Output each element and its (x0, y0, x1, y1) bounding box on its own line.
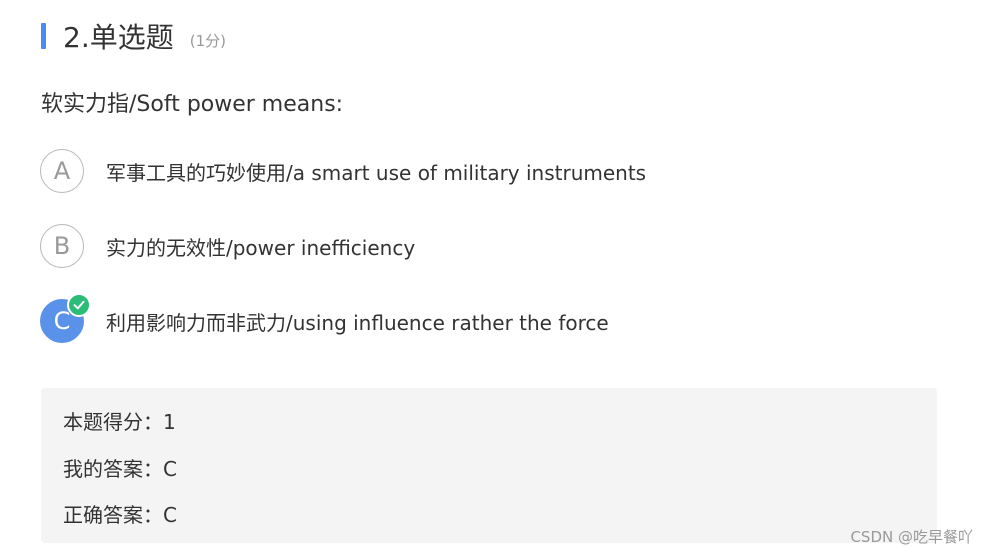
question-header: 2.单选题 (1分) (41, 16, 226, 56)
question-score: (1分) (189, 31, 226, 50)
option-a[interactable]: A 军事工具的巧妙使用/a smart use of military inst… (40, 149, 646, 193)
option-c-text: 利用影响力而非武力/using influence rather the for… (106, 310, 609, 335)
check-icon (73, 300, 85, 310)
header-accent-bar (41, 23, 46, 49)
option-b-circle[interactable]: B (40, 224, 84, 268)
option-a-text: 军事工具的巧妙使用/a smart use of military instru… (106, 160, 647, 185)
result-panel: 本题得分：1 我的答案：C 正确答案：C (41, 388, 937, 543)
question-page: 2.单选题 (1分) 软实力指/Soft power means: A 军事工具… (0, 0, 987, 556)
option-b[interactable]: B 实力的无效性/power inefficiency (40, 224, 415, 268)
correct-badge (67, 293, 91, 317)
csdn-watermark: CSDN @吃早餐吖 (850, 528, 973, 546)
option-a-circle[interactable]: A (40, 149, 84, 193)
option-a-letter: A (53, 157, 71, 185)
score-result: 本题得分：1 (63, 410, 176, 434)
my-answer: 我的答案：C (63, 457, 177, 481)
option-b-text: 实力的无效性/power inefficiency (106, 235, 416, 260)
correct-answer: 正确答案：C (63, 503, 177, 527)
question-text: 软实力指/Soft power means: (41, 92, 344, 117)
question-type-title: 2.单选题 (63, 21, 174, 54)
option-c[interactable]: C 利用影响力而非武力/using influence rather the f… (40, 293, 609, 343)
option-b-letter: B (53, 232, 71, 260)
option-c-circle[interactable]: C (40, 293, 91, 343)
